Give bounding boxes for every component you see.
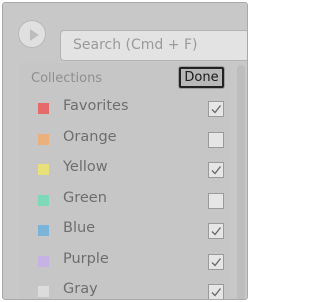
collection-row-favorites[interactable]: Favorites	[19, 91, 231, 122]
preview-play-button[interactable]	[18, 20, 46, 48]
collection-checkbox[interactable]	[208, 162, 224, 178]
collection-checkbox[interactable]	[208, 253, 224, 270]
collections-panel: Collections Done Favorites Orange Yellow…	[19, 63, 231, 299]
collection-label: Blue	[63, 220, 96, 236]
collections-list: Favorites Orange Yellow Green Blue Purpl…	[19, 91, 231, 299]
checkmark-icon	[211, 166, 222, 175]
color-swatch	[38, 133, 49, 145]
browser-window: Search (Cmd + F) Collections Done Favori…	[2, 2, 248, 300]
checkmark-icon	[211, 288, 222, 297]
collection-checkbox[interactable]	[208, 284, 224, 299]
collection-checkbox[interactable]	[208, 223, 224, 239]
collection-checkbox[interactable]	[208, 131, 224, 148]
play-icon	[30, 29, 39, 41]
color-swatch	[38, 103, 49, 114]
checkmark-icon	[211, 257, 222, 267]
collection-row-orange[interactable]: Orange	[19, 122, 231, 153]
collection-row-yellow[interactable]: Yellow	[19, 152, 231, 183]
collection-row-green[interactable]: Green	[19, 183, 231, 214]
checkmark-icon	[211, 227, 222, 236]
color-swatch	[38, 164, 49, 175]
color-swatch	[38, 255, 49, 267]
collection-row-blue[interactable]: Blue	[19, 213, 231, 244]
collection-label: Favorites	[63, 98, 129, 114]
collection-checkbox[interactable]	[208, 101, 224, 117]
done-button[interactable]: Done	[179, 67, 224, 88]
collections-header: Collections	[31, 71, 103, 86]
collection-row-gray[interactable]: Gray	[19, 274, 231, 299]
scrollbar[interactable]	[237, 65, 245, 299]
collection-label: Yellow	[63, 159, 108, 175]
search-input[interactable]: Search (Cmd + F)	[60, 30, 247, 61]
collection-label: Green	[63, 189, 107, 206]
collection-checkbox[interactable]	[208, 192, 224, 209]
color-swatch	[38, 194, 49, 206]
collection-row-purple[interactable]: Purple	[19, 244, 231, 275]
checkmark-icon	[211, 105, 222, 114]
collection-label: Orange	[63, 128, 117, 145]
color-swatch	[38, 286, 49, 297]
top-bar: Search (Cmd + F)	[3, 3, 247, 61]
collection-label: Gray	[63, 281, 98, 297]
color-swatch	[38, 225, 49, 236]
collection-label: Purple	[63, 250, 109, 267]
